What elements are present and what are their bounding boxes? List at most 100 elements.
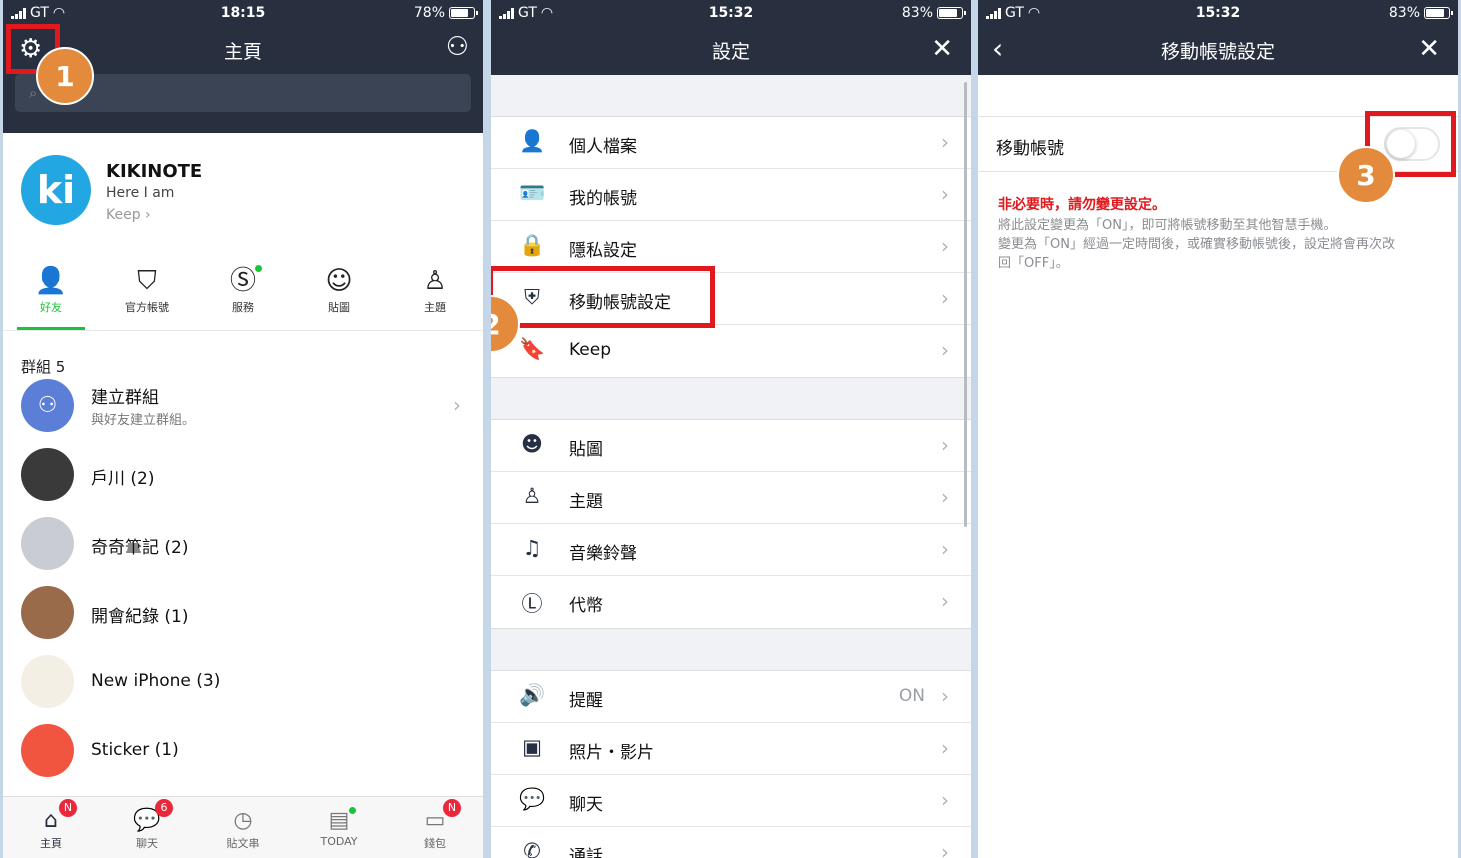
group-list: ⚇ 建立群組與好友建立群組。 › 戶川 (2) 奇奇筆記 (2) 開會紀錄 (1) New … [3, 371, 483, 785]
settings-item-label: 聊天 [569, 795, 603, 815]
settings-item-label: 隱私設定 [569, 241, 637, 261]
theme-icon: ♙ [423, 266, 447, 296]
avatar[interactable]: ki [21, 155, 91, 225]
scrollbar[interactable] [964, 82, 967, 527]
person-icon: 👤 [519, 129, 546, 153]
tab-item[interactable]: ▭ 錢包 N [387, 797, 483, 858]
tab-icon: ⌂ [44, 808, 58, 833]
chevron-right-icon: › [941, 130, 949, 154]
category-service[interactable]: Ⓢ 服務 [195, 251, 291, 330]
settings-item-label: 音樂鈴聲 [569, 544, 637, 564]
transfer-header: GT ◠ 15:32 83% ‹ 移動帳號設定 ✕ [978, 0, 1458, 75]
list-item[interactable]: 戶川 (2) [3, 440, 483, 509]
category-sticker[interactable]: ☺ 貼圖 [291, 251, 387, 330]
step-callout: 3 [1337, 146, 1395, 204]
chevron-right-icon: › [941, 338, 949, 362]
settings-item[interactable]: ♙ 主題 › [491, 472, 971, 524]
group-header[interactable]: 群組 5 ︿ [3, 331, 483, 376]
close-icon[interactable]: ✕ [931, 34, 953, 64]
battery-percent: 83% [901, 5, 933, 21]
avatar [21, 724, 74, 777]
settings-item[interactable]: 💬 聊天 › [491, 775, 971, 827]
close-icon[interactable]: ✕ [1418, 34, 1440, 64]
tab-item[interactable]: 💬 聊天 6 [99, 797, 195, 858]
settings-group-general: 🔊 提醒 ON › ▣ 照片・影片 › 💬 聊天 › ✆ 通話 › [491, 670, 971, 858]
list-item-title: Sticker (1) [91, 740, 179, 760]
settings-item-label: 主題 [569, 492, 603, 512]
settings-item[interactable]: ▣ 照片・影片 › [491, 723, 971, 775]
avatar [21, 517, 74, 570]
list-item[interactable]: New iPhone (3) [3, 647, 483, 716]
list-item-title: New iPhone (3) [91, 671, 221, 691]
tab-icon: ▤ [328, 808, 350, 833]
settings-item[interactable]: 👤 個人檔案 › [491, 117, 971, 169]
avatar [21, 586, 74, 639]
settings-header: GT ◠ 15:32 83% 設定 ✕ [491, 0, 971, 75]
battery-percent: 78% [413, 5, 445, 21]
add-friend-icon[interactable]: ⚇ [446, 32, 469, 62]
bookmark-icon: 🔖 [519, 337, 546, 361]
category-tabs: 👤 好友 ⛉ 官方帳號 Ⓢ 服務 ☺ 貼圖 ♙ 主題 [3, 251, 483, 331]
settings-item[interactable]: ☻ 貼圖 › [491, 420, 971, 472]
my-profile[interactable]: ki KIKINOTE Here I am Keep › [3, 133, 483, 251]
chevron-right-icon: › [941, 286, 949, 310]
status-time: 15:32 [708, 5, 754, 21]
tab-icon: 💬 [133, 808, 161, 833]
settings-item[interactable]: ✆ 通話 › [491, 827, 971, 858]
category-label: 主題 [424, 301, 446, 314]
lock-icon: 🔒 [519, 233, 546, 257]
service-icon: Ⓢ [229, 266, 256, 296]
list-item[interactable]: Sticker (1) [3, 716, 483, 785]
settings-item[interactable]: 🪪 我的帳號 › [491, 169, 971, 221]
create-group-icon: ⚇ [21, 379, 74, 432]
warning-line: 變更為「ON」經過一定時間後，或確實移動帳號後，設定將會再次改 [998, 237, 1395, 252]
tab-label: 主頁 [40, 837, 62, 850]
media-icon: ▣ [522, 735, 542, 759]
keep-link[interactable]: Keep › [106, 207, 151, 223]
page-title: 設定 [711, 41, 750, 63]
list-item[interactable]: 開會紀錄 (1) [3, 578, 483, 647]
tab-label: TODAY [320, 835, 358, 848]
category-official[interactable]: ⛉ 官方帳號 [99, 251, 195, 330]
settings-item-label: 通話 [569, 847, 603, 858]
list-item-title: 建立群組 [91, 388, 159, 408]
category-friends[interactable]: 👤 好友 [3, 251, 99, 330]
toggle-label: 移動帳號 [996, 139, 1064, 159]
settings-item[interactable]: Ⓛ 代幣 › [491, 576, 971, 628]
settings-item[interactable]: ♫ 音樂鈴聲 › [491, 524, 971, 576]
notification-badge: 6 [155, 799, 173, 817]
notification-badge: N [443, 799, 461, 817]
profile-status: Here I am [106, 185, 175, 201]
status-time: 15:32 [1195, 5, 1241, 21]
settings-item-label: 個人檔案 [569, 137, 637, 157]
warning-line: 將此設定變更為「ON」，即可將帳號移動至其他智慧手機。 [998, 218, 1337, 233]
settings-item-label: Keep [569, 340, 612, 360]
sticker-icon: ☺ [325, 266, 353, 296]
settings-item[interactable]: 🔖 Keep › [491, 325, 971, 377]
tab-item[interactable]: ▤ TODAY [291, 797, 387, 858]
list-item-subtitle: 與好友建立群組。 [91, 413, 196, 428]
tab-item[interactable]: ⌂ 主頁 N [3, 797, 99, 858]
tab-item[interactable]: ◷ 貼文串 [195, 797, 291, 858]
settings-item[interactable]: 🔊 提醒 ON › [491, 671, 971, 723]
music-icon: ♫ [522, 536, 542, 560]
category-label: 好友 [40, 301, 62, 314]
chevron-right-icon: › [941, 182, 949, 206]
chevron-right-icon: › [941, 840, 949, 858]
notification-badge: N [59, 799, 77, 817]
category-label: 貼圖 [328, 301, 350, 314]
chevron-right-icon: › [453, 393, 461, 417]
home-screen: GT◠ 18:15 78% ⚙ 主頁 ⚇ ⌕ ki KIKINOTE Here … [3, 0, 483, 858]
status-bar: GT ◠ 15:32 83% [978, 0, 1458, 26]
chevron-right-icon: › [941, 589, 949, 613]
battery-icon [1424, 7, 1453, 19]
settings-item-label: 我的帳號 [569, 189, 637, 209]
tab-label: 聊天 [136, 837, 158, 850]
list-item[interactable]: ⚇ 建立群組與好友建立群組。 › [3, 371, 483, 440]
chevron-right-icon: › [941, 736, 949, 760]
official-account-icon: ⛉ [137, 266, 157, 296]
list-item[interactable]: 奇奇筆記 (2) [3, 509, 483, 578]
category-theme[interactable]: ♙ 主題 [387, 251, 483, 330]
step-callout: 1 [36, 47, 94, 105]
friend-icon: 👤 [34, 266, 68, 296]
